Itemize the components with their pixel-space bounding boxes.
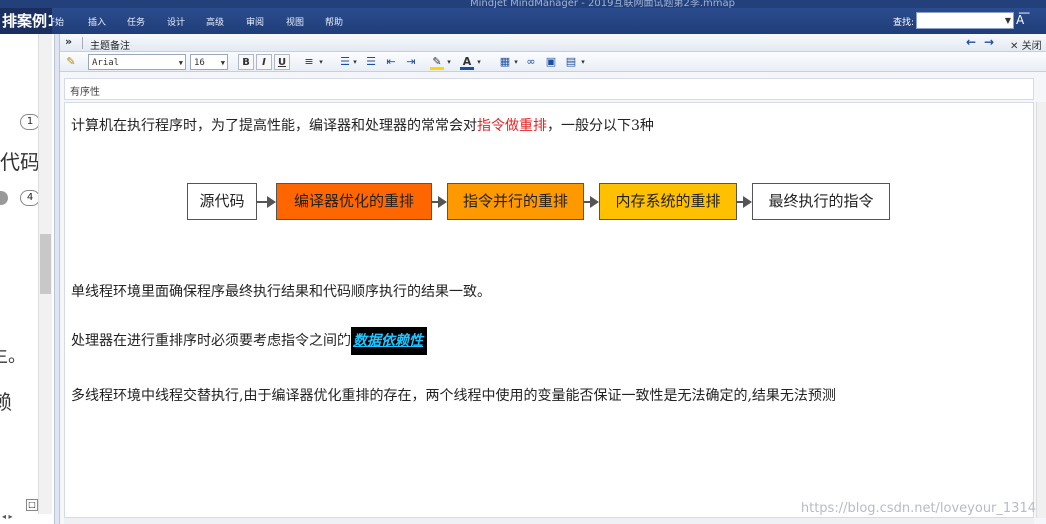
link-icon[interactable]: ∞ <box>524 54 538 70</box>
font-size-value: 16 <box>194 58 205 68</box>
multi-thread-paragraph: 多线程环境中线程交替执行,由于编译器优化重排的存在，两个线程中使用的变量能否保证… <box>71 388 836 404</box>
font-size-select[interactable]: 16 ▼ <box>190 54 228 70</box>
topic-fragment: 代码 <box>0 150 40 174</box>
chevron-down-icon[interactable]: ▼ <box>1005 16 1011 25</box>
tab-view[interactable]: 视图 <box>286 15 304 28</box>
tab-insert[interactable]: 插入 <box>88 15 106 28</box>
font-color-icon[interactable]: A <box>460 54 474 70</box>
flow-step-instruction-parallel-reorder: 指令并行的重排 <box>447 183 584 220</box>
processor-text: 处理器在进行重排序时必须要考虑指令之间的 <box>71 333 351 349</box>
tab-advanced[interactable]: 高级 <box>206 15 224 28</box>
tab-design[interactable]: 设计 <box>167 15 185 28</box>
close-icon: ✕ <box>1010 41 1019 52</box>
topic-fragment: 赖 <box>0 390 12 414</box>
search-input[interactable]: ▼ <box>916 12 1014 29</box>
intro-paragraph: 计算机在执行程序时，为了提高性能，编译器和处理器的常常会对指令做重排，一般分以下… <box>71 115 654 135</box>
chevron-down-icon[interactable]: ▾ <box>352 54 358 70</box>
tab-review[interactable]: 审阅 <box>246 15 264 28</box>
flow-arrowhead <box>267 196 276 208</box>
reorder-flow-diagram: 源代码 编译器优化的重排 指令并行的重排 内存系统的重排 最终执行的指令 <box>187 183 893 221</box>
tab-task[interactable]: 任务 <box>127 15 145 28</box>
format-painter-icon[interactable]: ✎ <box>64 54 78 70</box>
tab-help[interactable]: 帮助 <box>325 15 343 28</box>
chevron-down-icon[interactable]: ▾ <box>318 54 324 70</box>
collapse-icon[interactable]: » <box>65 35 72 48</box>
topic-notes-pane: » 主题备注 ← → ✕ 关闭 ✎ Arial ▼ 16 ▼ B I U ≡ ▾… <box>60 34 1046 524</box>
font-name-value: Arial <box>92 58 120 68</box>
font-name-select[interactable]: Arial ▼ <box>88 54 186 70</box>
flow-step-final-instructions: 最终执行的指令 <box>752 183 890 220</box>
single-thread-paragraph: 单线程环境里面确保程序最终执行结果和代码顺序执行的结果一致。 <box>71 284 491 300</box>
previous-arrow-icon[interactable]: ← <box>966 35 976 49</box>
notes-title: 主题备注 <box>90 41 130 52</box>
flow-arrowhead <box>438 196 447 208</box>
topic-count-badge[interactable]: 1 <box>20 114 40 130</box>
close-button[interactable]: ✕ 关闭 <box>1010 37 1042 52</box>
format-toolbar: ✎ Arial ▼ 16 ▼ B I U ≡ ▾ ☰ ▾ ☰ ⇤ ⇥ ✎ ▾ A… <box>60 52 1046 72</box>
template-icon[interactable]: ▤ <box>564 54 578 70</box>
increase-indent-icon[interactable]: ⇥ <box>404 54 418 70</box>
processor-paragraph: 处理器在进行重排序时必须要考虑指令之间的 数据依赖性 <box>71 327 427 355</box>
chevron-down-icon: ▼ <box>178 59 183 67</box>
fonts-icon[interactable]: A͞ <box>1016 13 1024 27</box>
ribbon-tab-bar: 开始 插入 任务 设计 高级 审阅 视图 帮助 查找: ▼ A͞ <box>0 8 1046 34</box>
topic-fragment: 生。 <box>0 346 26 367</box>
highlighted-term: 指令做重排 <box>477 118 547 134</box>
flow-step-memory-reorder: 内存系统的重排 <box>599 183 737 220</box>
flow-step-compiler-reorder: 编译器优化的重排 <box>276 183 432 220</box>
next-arrow-icon[interactable]: → <box>984 35 994 49</box>
italic-button[interactable]: I <box>256 54 272 70</box>
editor-vertical-scrollbar[interactable] <box>1036 102 1046 518</box>
table-icon[interactable]: ▦ <box>498 54 512 70</box>
flow-arrowhead <box>590 196 599 208</box>
topic-name: 有序性 <box>70 87 100 98</box>
chevron-down-icon[interactable]: ▾ <box>580 54 586 70</box>
align-left-icon[interactable]: ≡ <box>302 54 316 70</box>
flow-arrowhead <box>743 196 752 208</box>
watermark: https://blog.csdn.net/loveyour_1314 <box>800 501 1036 516</box>
chevron-down-icon[interactable]: ▾ <box>513 54 519 70</box>
map-topic-overlay: 排案例1 <box>0 8 52 34</box>
notes-header: » 主题备注 ← → ✕ 关闭 <box>60 34 1046 52</box>
bold-button[interactable]: B <box>238 54 254 70</box>
chevron-down-icon[interactable]: ▾ <box>446 54 452 70</box>
intro-text: 计算机在执行程序时，为了提高性能，编译器和处理器的常常会对 <box>71 118 477 134</box>
numbered-list-icon[interactable]: ☰ <box>338 54 352 70</box>
separator <box>82 37 83 49</box>
decrease-indent-icon[interactable]: ⇤ <box>384 54 398 70</box>
gear-icon <box>0 191 8 205</box>
map-pane: 1 代码 4 生。 赖 □ ◂ ▸ <box>0 34 54 524</box>
window-title-bar: Mindjet MindManager - 2019互联网面试题第2季.mmap <box>0 0 1046 9</box>
intro-text-end: ，一般分以下3种 <box>547 118 654 134</box>
bullet-list-icon[interactable]: ☰ <box>364 54 378 70</box>
highlight-icon[interactable]: ✎ <box>430 54 444 70</box>
scroll-arrows-icon[interactable]: ◂ ▸ <box>2 512 13 521</box>
search-label: 查找: <box>893 18 915 28</box>
chevron-down-icon: ▼ <box>220 59 225 67</box>
editor-horizontal-scrollbar[interactable] <box>64 518 1034 524</box>
close-label: 关闭 <box>1021 41 1042 52</box>
notes-editor[interactable]: 计算机在执行程序时，为了提高性能，编译器和处理器的常常会对指令做重排，一般分以下… <box>64 102 1034 518</box>
map-view-icon[interactable]: □ <box>26 499 38 511</box>
chevron-down-icon[interactable]: ▾ <box>476 54 482 70</box>
topic-name-row: 有序性 <box>64 78 1034 100</box>
selected-term: 数据依赖性 <box>339 327 427 355</box>
flow-step-source-code: 源代码 <box>187 183 257 220</box>
topic-count-badge[interactable]: 4 <box>20 190 40 206</box>
image-icon[interactable]: ▣ <box>544 54 558 70</box>
underline-button[interactable]: U <box>274 54 290 70</box>
map-scrollbar-thumb[interactable] <box>40 234 51 294</box>
